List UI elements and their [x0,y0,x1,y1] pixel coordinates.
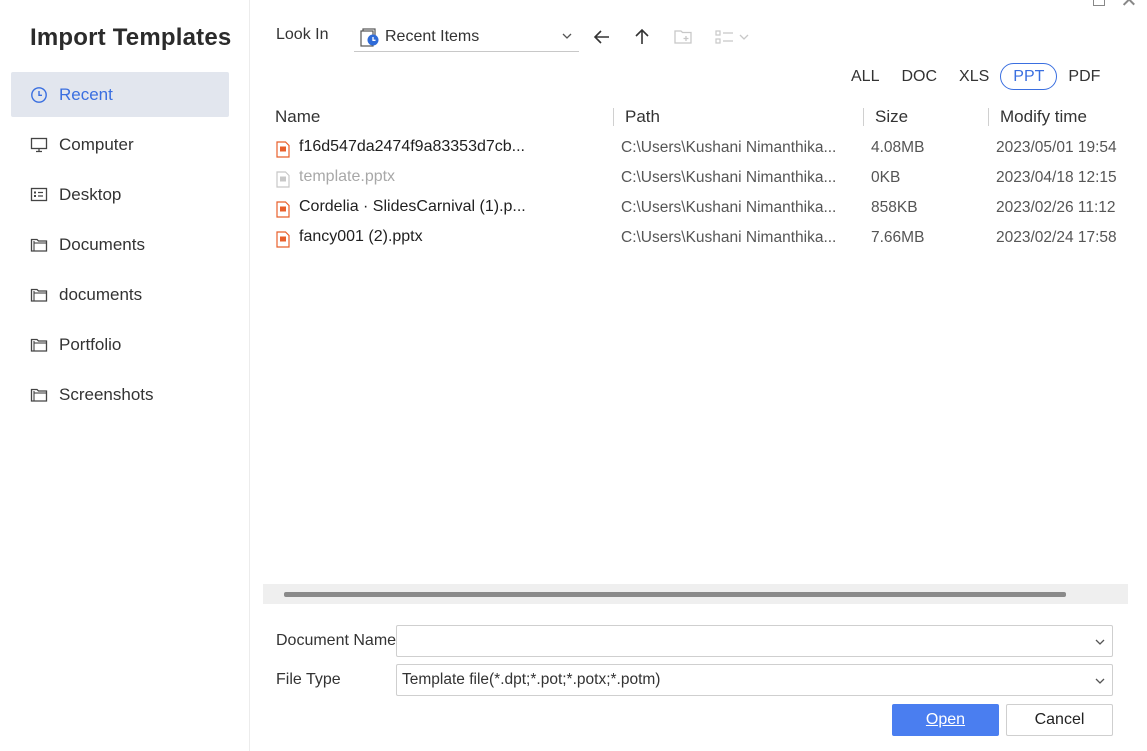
filter-xls[interactable]: XLS [948,63,1000,90]
chevron-down-icon[interactable] [1094,636,1106,648]
folder-icon [30,386,48,404]
file-modify-time: 2023/02/24 17:58 [996,229,1117,246]
column-divider[interactable] [613,108,614,126]
desktop-icon [30,186,48,204]
column-divider[interactable] [863,108,864,126]
file-type-filters: ALL DOC XLS PPT PDF [840,63,1111,90]
file-table: Name Path Size Modify time f16d547da2474… [262,100,1128,254]
document-name-field[interactable] [396,625,1113,657]
ppt-file-icon [276,171,290,188]
folder-icon [30,236,48,254]
horizontal-scrollbar[interactable] [263,584,1128,604]
sidebar-item-recent[interactable]: Recent [11,72,229,117]
chevron-down-icon [1095,678,1105,684]
dialog-title: Import Templates [30,24,232,51]
sidebar-nav: Recent Computer Desktop Documents docume… [11,72,229,422]
maximize-icon[interactable] [1093,0,1105,6]
file-path: C:\Users\Kushani Nimanthika... [621,199,837,216]
recent-items-icon [360,27,379,47]
ppt-file-icon [276,141,290,158]
column-header-path[interactable]: Path [625,107,660,127]
table-row[interactable]: fancy001 (2).pptx C:\Users\Kushani Niman… [262,224,1128,254]
up-button[interactable] [631,26,653,48]
back-button[interactable] [591,26,613,48]
list-view-icon [715,30,749,44]
file-path: C:\Users\Kushani Nimanthika... [621,169,837,186]
table-row[interactable]: Cordelia · SlidesCarnival (1).p... C:\Us… [262,194,1128,224]
file-name: fancy001 (2).pptx [299,228,423,245]
sidebar-item-documents-lower[interactable]: documents [11,272,229,317]
view-mode-button[interactable] [714,26,752,48]
sidebar-item-desktop[interactable]: Desktop [11,172,229,217]
cancel-button[interactable]: Cancel [1006,704,1113,736]
file-name: template.pptx [299,168,396,185]
folder-icon [30,286,48,304]
new-folder-button[interactable] [672,26,694,48]
file-type-label: File Type [276,671,341,688]
look-in-value: Recent Items [385,27,480,45]
column-divider[interactable] [988,108,989,126]
file-size: 858KB [871,199,918,216]
table-header: Name Path Size Modify time [262,100,1128,134]
file-size: 0KB [871,169,901,186]
sidebar-item-label: Screenshots [59,384,154,404]
document-name-label: Document Name [276,632,397,649]
sidebar-item-label: Portfolio [59,334,122,354]
file-path: C:\Users\Kushani Nimanthika... [621,229,837,246]
new-folder-icon [674,30,692,44]
chevron-down-icon [562,33,572,39]
table-row[interactable]: f16d547da2474f9a83353d7cb... C:\Users\Ku… [262,134,1128,164]
open-button[interactable]: Open [892,704,999,736]
file-type-select[interactable]: Template file(*.dpt;*.pot;*.potx;*.potm) [396,664,1113,696]
monitor-icon [30,136,48,154]
filter-ppt[interactable]: PPT [1000,63,1058,90]
filter-doc[interactable]: DOC [890,63,948,90]
column-header-modify-time[interactable]: Modify time [1000,107,1087,127]
clock-icon [30,86,48,104]
window-controls [1093,0,1135,6]
ppt-file-icon [276,231,290,248]
arrow-up-icon [635,28,649,44]
filter-all[interactable]: ALL [840,63,890,90]
ppt-file-icon [276,201,290,218]
close-icon[interactable] [1123,0,1135,6]
sidebar-item-label: Desktop [59,184,122,204]
sidebar: Import Templates Recent Computer Desktop… [0,0,250,751]
file-path: C:\Users\Kushani Nimanthika... [621,139,837,156]
column-header-name[interactable]: Name [275,107,320,127]
sidebar-item-label: Recent [59,84,113,104]
look-in-select[interactable]: Recent Items [354,22,579,52]
table-row[interactable]: template.pptx C:\Users\Kushani Nimanthik… [262,164,1128,194]
sidebar-item-screenshots[interactable]: Screenshots [11,372,229,417]
sidebar-item-label: Documents [59,234,145,254]
folder-icon [30,336,48,354]
file-name: f16d547da2474f9a83353d7cb... [299,138,525,155]
file-name: Cordelia · SlidesCarnival (1).p... [299,198,526,215]
file-modify-time: 2023/04/18 12:15 [996,169,1117,186]
sidebar-item-computer[interactable]: Computer [11,122,229,167]
arrow-left-icon [593,30,609,44]
sidebar-item-label: Computer [59,134,134,154]
scrollbar-thumb[interactable] [284,592,1066,597]
file-modify-time: 2023/05/01 19:54 [996,139,1117,156]
file-type-value: Template file(*.dpt;*.pot;*.potx;*.potm) [402,671,661,688]
filter-pdf[interactable]: PDF [1057,63,1111,90]
column-header-size[interactable]: Size [875,107,908,127]
sidebar-item-portfolio[interactable]: Portfolio [11,322,229,367]
file-size: 7.66MB [871,229,925,246]
file-modify-time: 2023/02/26 11:12 [996,199,1116,216]
sidebar-item-label: documents [59,284,143,304]
look-in-label: Look In [276,26,329,43]
file-size: 4.08MB [871,139,925,156]
sidebar-item-documents[interactable]: Documents [11,222,229,267]
